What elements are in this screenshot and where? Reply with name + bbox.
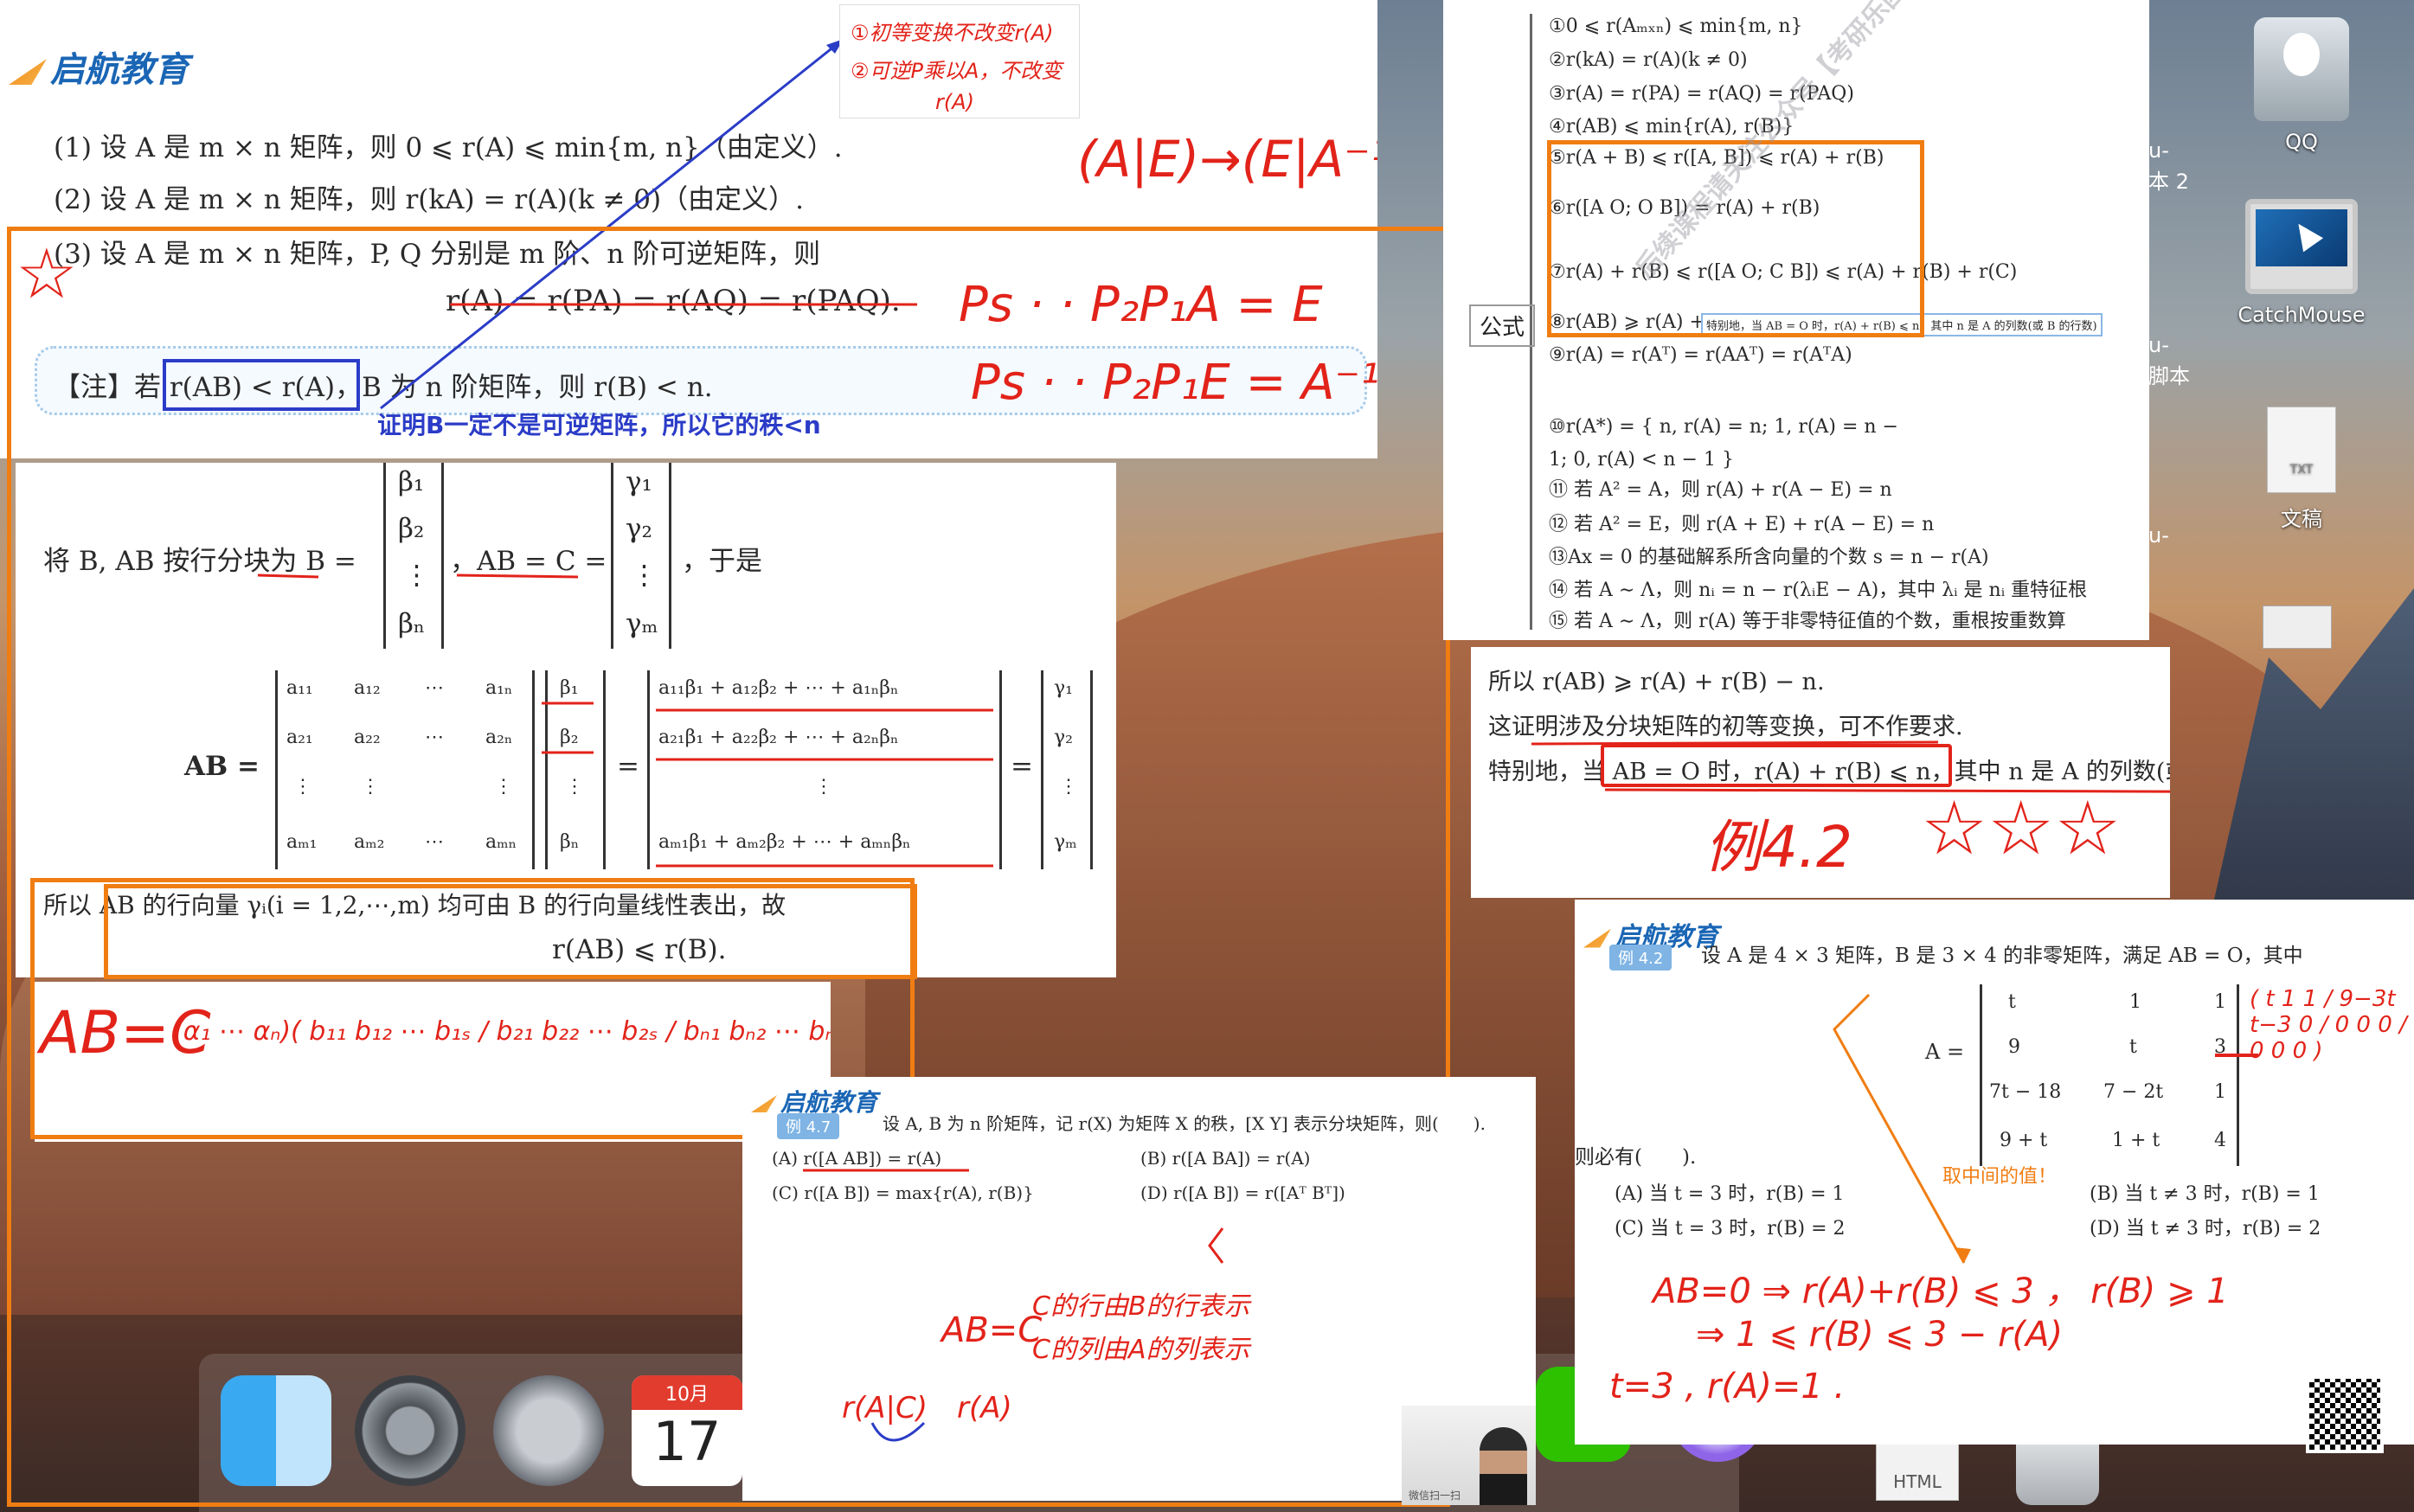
handwriting-col-note: C的列由A的列表示 [1032,1335,1250,1365]
formula-item: ⑮ 若 A ∼ Λ，则 r(A) 等于非零特征值的个数，重根按重数算 [1549,611,2066,632]
partial-label: u- [2148,523,2169,548]
handwriting-example-ref: 例4.2 [1705,814,1852,881]
handwriting-row-note: C的行由B的行表示 [1032,1291,1250,1322]
sticky-line-1: ①初等变换不改变r(A) [851,21,1054,45]
desktop-icon-qq[interactable]: QQ [2215,17,2388,154]
sticky-line-2: ②可逆P乘以A，不改变 [851,59,1063,83]
window-formulas[interactable]: 公式 ①0 ⩽ r(Aₘₓₙ) ⩽ min{m, n} ②r(kA) = r(A… [1443,0,2149,640]
webcam-feed: 微信扫一扫 [1402,1406,1536,1505]
formula-item: ②r(kA) = r(A)(k ≠ 0) [1549,49,1748,71]
partial-label: 脚本 [2148,364,2190,388]
window-conclusion[interactable]: 所以 r(AB) ⩾ r(A) + r(B) − n. 这证明涉及分块矩阵的初等… [1471,647,2170,898]
presenter-avatar [1480,1427,1527,1505]
formula-item: ⑫ 若 A² = E，则 r(A + E) + r(A − E) = n [1549,514,1935,535]
desktop-icon-label: 文稿 [2281,507,2322,531]
window-example-4-2[interactable]: 启航教育 例 4.2 设 A 是 4 × 3 矩阵，B 是 3 × 4 的非零矩… [1575,900,2414,1445]
desktop-icon-label: CatchMouse [2237,303,2366,327]
hint-arrow [1833,993,2258,1264]
formula-item: ①0 ⩽ r(Aₘₓₙ) ⩽ min{m, n} [1549,16,1803,37]
desktop-icon-label: QQ [2285,130,2318,154]
highlight-box-rank [104,884,917,979]
sticky-note[interactable]: ①初等变换不改变r(A) ②可逆P乘以A，不改变 r(A) [839,4,1080,119]
catchmouse-icon [2245,199,2358,294]
qr-caption: 微信扫一扫 [2306,1353,2376,1369]
qr-panel: 微信扫一扫 [2306,1349,2414,1462]
handwriting-stars: ☆☆☆ [1921,785,2122,872]
partial-label: u- [2148,138,2169,163]
qr-code-icon [2306,1375,2384,1453]
formula-label: 公式 [1469,304,1536,347]
desktop-icon-document[interactable]: TXT 文稿 [2215,407,2388,532]
formula-item: ⑩r(A*) = { n, r(A) = n; 1, r(A) = n − 1;… [1549,416,1898,471]
desktop-icon-catchmouse[interactable]: CatchMouse [2215,199,2388,327]
formula-item: ⑪ 若 A² = A，则 r(A) + r(A − E) = n [1549,479,1892,501]
formula-item: ⑭ 若 A ∼ Λ，则 nᵢ = n − r(λᵢE − A)，其中 λᵢ 是 … [1549,580,2088,601]
qq-icon [2254,17,2349,121]
sticky-line-3: r(A) [935,90,975,114]
formula-item: ⑬Ax = 0 的基础解系所含向量的个数 s = n − r(A) [1549,547,1989,568]
handwriting-solution-2: ⇒ 1 ⩽ r(B) ⩽ 3 − r(A) [1696,1315,2064,1355]
conclusion-highlight [1601,744,1952,787]
handwriting-rank-compare: r(A|C) r(A) [842,1391,1012,1426]
handwriting-solution-1: AB=0 ⇒ r(A)+r(B) ⩽ 3 ， r(B) ⩾ 1 [1653,1272,2229,1311]
partial-label: 本 2 [2148,170,2189,194]
webcam-caption: 微信扫一扫 [1409,1490,1461,1502]
document-icon: TXT [2267,407,2336,493]
handwriting-solution-3: t=3 , r(A)=1 . [1609,1367,1846,1406]
html-file-label: HTML [1893,1471,1942,1492]
partial-label: u- [2148,333,2169,357]
desktop-partial-icon[interactable] [2263,605,2332,649]
handwriting-ab-c: AB=C [941,1310,1043,1350]
formula-item: ⑨r(A) = r(Aᵀ) = r(AAᵀ) = r(AᵀA) [1549,344,1852,366]
